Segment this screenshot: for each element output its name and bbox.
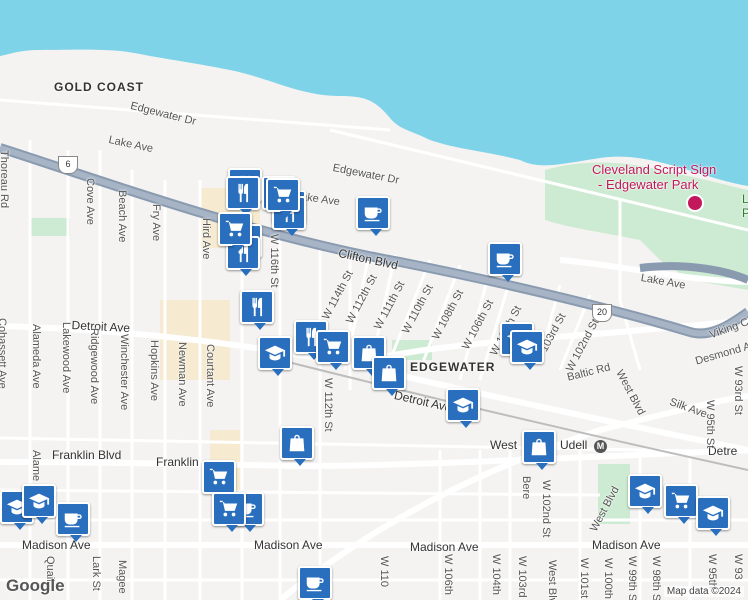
poi-marker[interactable] [356,196,390,236]
camera-icon[interactable] [686,194,704,212]
street-label: W 93 [732,554,744,580]
school-icon [28,490,50,512]
poi-marker[interactable] [372,356,406,396]
poi-marker[interactable] [522,430,556,470]
street-label: W 110 [378,556,390,587]
street-label: W 112th St [322,378,334,432]
poi-label[interactable]: Cleveland Script Sign - Edgewater Park [592,162,716,192]
google-logo: Google [6,576,65,595]
street-label: Courtant Ave [204,344,216,408]
street-label: Ridgewood Ave [88,328,100,405]
poi-marker[interactable] [218,212,252,252]
route-shield: 6 [58,156,78,174]
poi-marker[interactable] [56,502,90,542]
coffee-icon [304,572,326,594]
street-label: Fry Ave [150,204,162,242]
restaurant-icon [246,296,268,318]
street-label: W 93rd St [732,366,744,415]
street-label: Newman Ave [176,342,188,407]
poi-label-line: Cleveland Script Sign [592,162,717,177]
poi-marker[interactable] [266,178,300,218]
street-label: Cohassett Ave [0,318,8,389]
street-label: W 116th St [268,234,280,288]
metro-station-icon[interactable]: M [594,440,607,453]
coffee-icon [62,508,84,530]
street-label: Franklin Blvd [52,448,122,462]
park-area [30,218,70,236]
street-label: Lark St [90,556,102,591]
neighborhood-label: EDGEWATER [410,360,496,374]
street-label: W 104th [490,554,502,595]
shopping-bag-icon [286,432,308,454]
street-label: W 101st [578,558,590,599]
street-label: Udell [560,438,588,452]
poi-marker[interactable] [696,496,730,536]
poi-marker[interactable] [664,484,698,524]
shopping-cart-icon [224,218,246,240]
street-label: Cove Ave [84,178,96,225]
school-icon [634,480,656,502]
street-label: Hopkins Ave [148,340,160,401]
school-icon [702,502,724,524]
poi-marker[interactable] [240,290,274,330]
street-label: W 95th [706,554,718,589]
poi-marker[interactable] [488,242,522,282]
street-label: W 95th St [704,400,716,449]
street-label: Detroit Ave [71,318,131,336]
poi-marker[interactable] [212,492,246,532]
street-label: Beach Ave [116,190,128,243]
street-label: W 100th [602,558,614,599]
street-label: Hird Ave [200,218,212,260]
railway [279,359,748,471]
shopping-bag-icon [378,362,400,384]
restaurant-icon [232,182,254,204]
poi-marker[interactable] [226,176,260,216]
poi-marker[interactable] [298,566,332,600]
school-icon [264,342,286,364]
street-label: Lakewood Ave [60,322,72,394]
street-label: Madison Ave [254,538,323,552]
school-icon [516,336,538,358]
coffee-icon [362,202,384,224]
street-label: Madison Ave [410,540,479,554]
street-label: Magee [116,560,128,594]
poi-marker[interactable] [316,330,350,370]
street-label: Franklin [156,455,199,469]
street-label: W 103rd [516,556,528,598]
street-label: Alame [30,450,42,482]
street-label: Winchester Ave [118,334,130,411]
street-label: L [742,192,748,206]
shopping-cart-icon [208,466,230,488]
coffee-icon [494,248,516,270]
street-label: P [742,206,748,220]
poi-marker[interactable] [446,388,480,428]
shopping-cart-icon [218,498,240,520]
street-label: W 102nd St [540,480,552,538]
shopping-bag-icon [528,436,550,458]
poi-marker[interactable] [628,474,662,514]
street-label: W 106th [442,554,454,595]
poi-marker[interactable] [280,426,314,466]
street-label: W 98th St [650,556,662,600]
poi-marker[interactable] [22,484,56,524]
map-attribution[interactable]: Map data ©2024 [663,586,744,597]
street-label: Bere [520,476,532,500]
poi-label-line: - Edgewater Park [598,177,699,192]
map[interactable]: GOLD COAST EDGEWATER Cleveland Script Si… [0,0,748,600]
street-label: Thoreau Rd [0,150,10,209]
neighborhood-label: GOLD COAST [54,80,144,94]
school-icon [452,394,474,416]
shopping-cart-icon [322,336,344,358]
street-label: Alameda Ave [30,324,42,389]
street-label: West Blvd [546,560,558,600]
poi-marker[interactable] [258,336,292,376]
poi-marker[interactable] [510,330,544,370]
route-shield: 20 [592,304,612,322]
street-label: West [490,438,518,452]
shopping-cart-icon [272,184,294,206]
street-label: Madison Ave [592,538,661,552]
poi-marker[interactable] [202,460,236,500]
street-label: W 99th St [626,556,638,600]
shopping-cart-icon [670,490,692,512]
